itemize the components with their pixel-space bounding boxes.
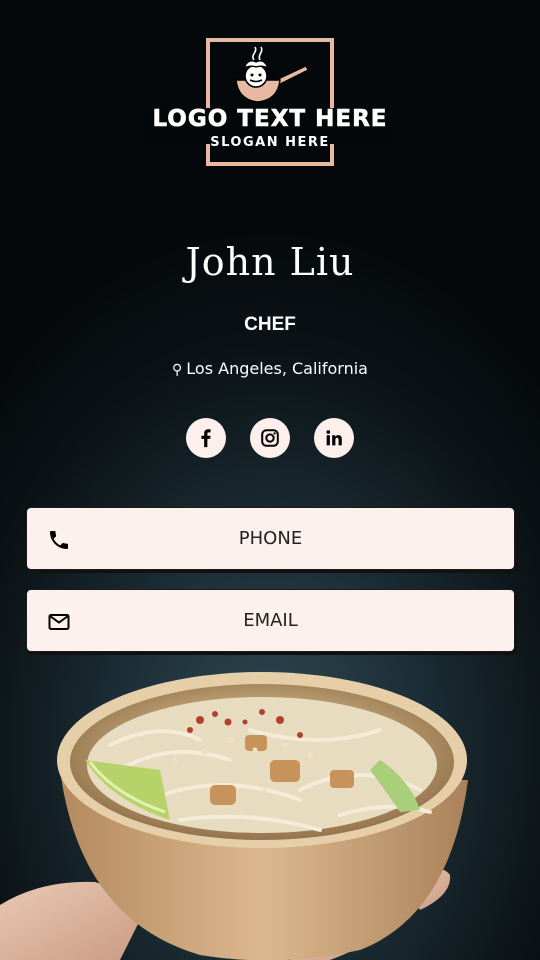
email-label: EMAIL	[243, 610, 298, 631]
email-button[interactable]: EMAIL	[26, 589, 515, 652]
facebook-link[interactable]	[186, 418, 226, 458]
instagram-icon	[261, 429, 279, 447]
location-text: Los Angeles, California	[186, 359, 368, 378]
social-links	[186, 418, 354, 458]
profile-role: CHEF	[244, 314, 296, 335]
map-pin-icon: ⚲	[172, 362, 183, 378]
facebook-icon	[201, 429, 211, 448]
noodle-bowl-image	[0, 672, 468, 960]
linkedin-icon	[326, 430, 342, 446]
brand-logo: LOGO TEXT HERE SLOGAN HERE	[150, 38, 390, 166]
linkedin-link[interactable]	[314, 418, 354, 458]
logo-text: LOGO TEXT HERE	[152, 106, 388, 133]
instagram-link[interactable]	[250, 418, 290, 458]
profile-location: ⚲ Los Angeles, California	[0, 359, 540, 378]
phone-label: PHONE	[238, 528, 303, 549]
phone-button[interactable]: PHONE	[26, 507, 515, 570]
profile-name: John Liu	[185, 240, 355, 284]
chef-pan-icon	[235, 46, 309, 103]
logo-slogan: SLOGAN HERE	[210, 135, 330, 150]
